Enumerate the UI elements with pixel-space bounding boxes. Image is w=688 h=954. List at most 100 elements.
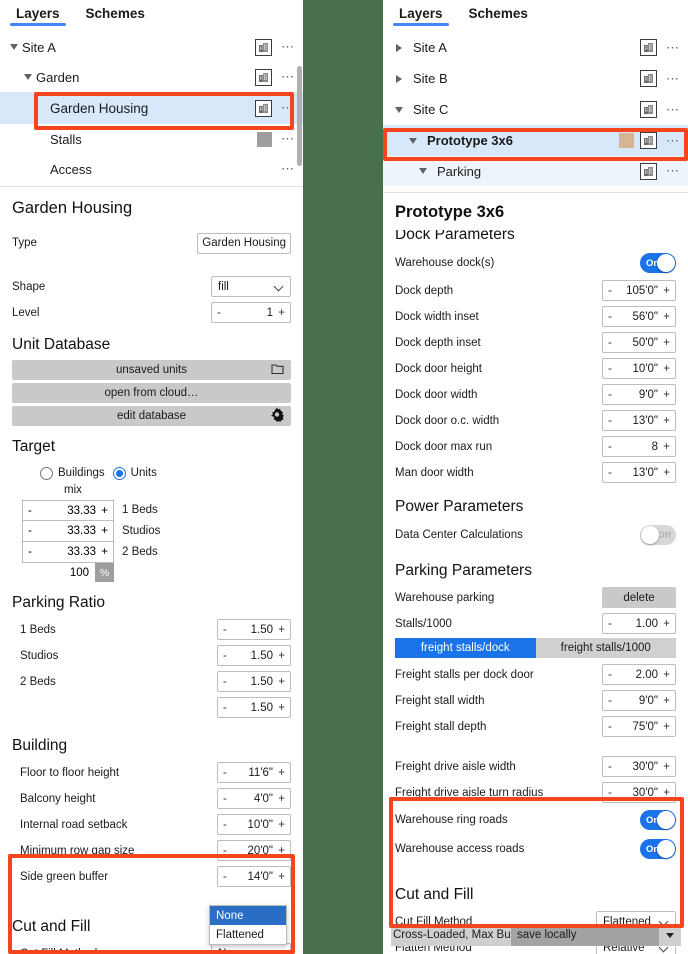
decrement-button[interactable]: - xyxy=(223,702,233,714)
decrement-button[interactable]: - xyxy=(608,363,618,375)
row-menu-icon[interactable]: ⋯ xyxy=(664,103,682,116)
segment-freight-stalls-per-dock[interactable]: freight stalls/dock xyxy=(395,638,536,658)
increment-button[interactable]: + xyxy=(96,505,108,517)
dock-stepper[interactable]: - 13'0" + xyxy=(602,410,676,431)
value[interactable]: 13'0" xyxy=(618,415,658,427)
value[interactable]: 1.50 xyxy=(233,702,273,714)
twisty-down-icon[interactable] xyxy=(20,74,36,80)
tree-row-garden[interactable]: Garden ⋯ xyxy=(0,62,303,92)
segment-freight-stalls-per-1000[interactable]: freight stalls/1000 xyxy=(535,638,676,658)
row-menu-icon[interactable]: ⋯ xyxy=(279,101,297,114)
value[interactable]: 56'0" xyxy=(618,311,658,323)
value[interactable]: 9'0" xyxy=(618,695,658,707)
decrement-button[interactable]: - xyxy=(28,505,38,517)
decrement-button[interactable]: - xyxy=(608,721,618,733)
decrement-button[interactable]: - xyxy=(28,546,38,558)
decrement-button[interactable]: - xyxy=(608,787,618,799)
stalls-stepper[interactable]: - 1.00 + xyxy=(602,613,676,634)
value[interactable]: 4'0" xyxy=(233,793,273,805)
parking-stepper[interactable]: - 30'0" + xyxy=(602,782,676,803)
parking-ratio-stepper[interactable]: - 1.50 + xyxy=(217,697,291,718)
increment-button[interactable]: + xyxy=(273,819,285,831)
dropdown-option-flattened[interactable]: Flattened xyxy=(210,925,286,944)
value[interactable]: 10'0" xyxy=(618,363,658,375)
delete-warehouse-parking-button[interactable]: delete xyxy=(602,587,676,608)
decrement-button[interactable]: - xyxy=(608,695,618,707)
decrement-button[interactable]: - xyxy=(608,337,618,349)
increment-button[interactable]: + xyxy=(658,695,670,707)
gray-square-icon[interactable] xyxy=(257,131,272,147)
tab-layers[interactable]: Layers xyxy=(10,0,66,26)
increment-button[interactable]: + xyxy=(273,307,285,319)
increment-button[interactable]: + xyxy=(658,311,670,323)
building-icon[interactable] xyxy=(640,39,657,56)
twisty-down-icon[interactable] xyxy=(391,106,407,113)
increment-button[interactable]: + xyxy=(658,389,670,401)
value[interactable]: 1.00 xyxy=(618,618,658,630)
increment-button[interactable]: + xyxy=(658,787,670,799)
twisty-down-icon[interactable] xyxy=(405,137,421,144)
row-menu-icon[interactable]: ⋯ xyxy=(664,164,682,177)
decrement-button[interactable]: - xyxy=(223,624,233,636)
increment-button[interactable]: + xyxy=(658,337,670,349)
twisty-right-icon[interactable] xyxy=(391,74,407,83)
building-stepper[interactable]: - 11'6" + xyxy=(217,762,291,783)
increment-button[interactable]: + xyxy=(273,871,285,883)
parking-stepper[interactable]: - 75'0" + xyxy=(602,716,676,737)
decrement-button[interactable]: - xyxy=(608,618,618,630)
mix-stepper[interactable]: - 33.33 + xyxy=(22,542,114,563)
decrement-button[interactable]: - xyxy=(608,761,618,773)
level-value[interactable]: 1 xyxy=(227,307,273,319)
row-menu-icon[interactable]: ⋯ xyxy=(279,162,297,175)
increment-button[interactable]: + xyxy=(658,441,670,453)
mix-value[interactable]: 33.33 xyxy=(38,505,96,517)
increment-button[interactable]: + xyxy=(96,546,108,558)
decrement-button[interactable]: - xyxy=(223,819,233,831)
increment-button[interactable]: + xyxy=(658,467,670,479)
dock-stepper[interactable]: - 105'0" + xyxy=(602,280,676,301)
decrement-button[interactable]: - xyxy=(223,650,233,662)
color-swatch[interactable] xyxy=(619,133,634,148)
decrement-button[interactable]: - xyxy=(608,311,618,323)
value[interactable]: 75'0" xyxy=(618,721,658,733)
decrement-button[interactable]: - xyxy=(223,793,233,805)
percent-toggle[interactable]: % xyxy=(95,563,114,582)
building-icon[interactable] xyxy=(640,101,657,118)
tab-schemes[interactable]: Schemes xyxy=(467,0,530,21)
increment-button[interactable]: + xyxy=(273,650,285,662)
building-icon[interactable] xyxy=(640,132,657,149)
decrement-button[interactable]: - xyxy=(28,525,38,537)
shape-select[interactable]: fill xyxy=(211,276,291,297)
twisty-down-icon[interactable] xyxy=(6,44,22,50)
building-stepper[interactable]: - 10'0" + xyxy=(217,814,291,835)
building-icon[interactable] xyxy=(255,99,272,117)
building-icon[interactable] xyxy=(640,162,657,180)
warehouse-docks-toggle[interactable]: On xyxy=(640,253,676,273)
value[interactable]: 1.50 xyxy=(233,624,273,636)
dropdown-option-none[interactable]: None xyxy=(210,906,286,925)
tree-row-site-b[interactable]: Site B ⋯ xyxy=(383,63,688,94)
building-icon[interactable] xyxy=(640,70,657,87)
dock-stepper[interactable]: - 50'0" + xyxy=(602,332,676,353)
decrement-button[interactable]: - xyxy=(223,845,233,857)
tree-row-stalls[interactable]: Stalls ⋯ xyxy=(0,124,303,154)
increment-button[interactable]: + xyxy=(273,793,285,805)
building-stepper[interactable]: - 4'0" + xyxy=(217,788,291,809)
dock-stepper[interactable]: - 13'0" + xyxy=(602,462,676,483)
building-icon[interactable] xyxy=(255,38,272,56)
cut-fill-method-dropdown[interactable]: None Flattened xyxy=(209,905,287,945)
chevron-down-icon[interactable] xyxy=(659,925,681,946)
value[interactable]: 30'0" xyxy=(618,761,658,773)
row-menu-icon[interactable]: ⋯ xyxy=(279,70,297,83)
twisty-down-icon[interactable] xyxy=(415,168,431,174)
decrement-button[interactable]: - xyxy=(608,389,618,401)
open-from-cloud-button[interactable]: open from cloud… xyxy=(12,383,291,403)
parking-ratio-stepper[interactable]: - 1.50 + xyxy=(217,619,291,640)
increment-button[interactable]: + xyxy=(273,624,285,636)
value[interactable]: 1.50 xyxy=(233,650,273,662)
save-location-select[interactable]: save locally xyxy=(511,925,681,946)
building-icon[interactable] xyxy=(255,68,272,86)
increment-button[interactable]: + xyxy=(96,525,108,537)
tree-row-garden-housing[interactable]: Garden Housing ⋯ xyxy=(0,92,303,124)
building-stepper[interactable]: - 20'0" + xyxy=(217,840,291,861)
